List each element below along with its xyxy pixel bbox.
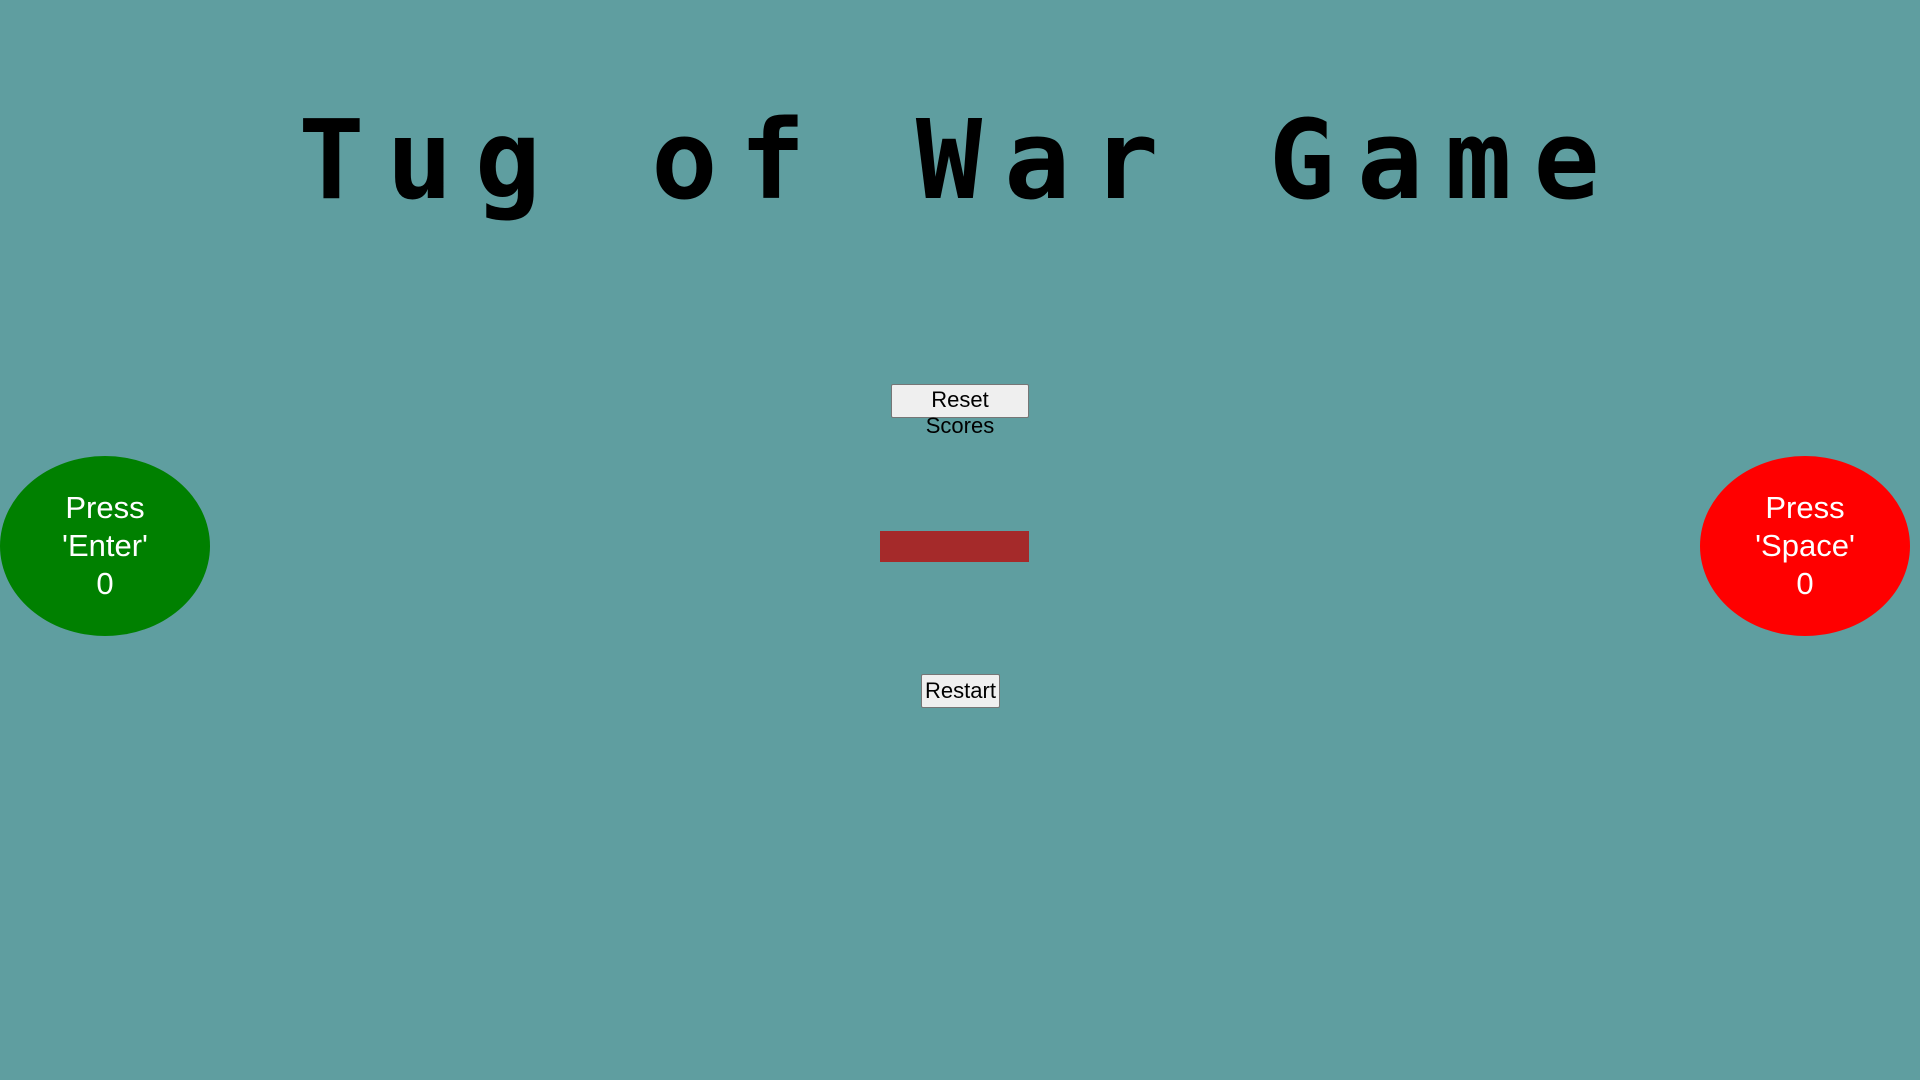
game-stage: Tug of War Game Reset Scores Restart Pre… bbox=[0, 0, 1920, 1080]
game-title: Tug of War Game bbox=[298, 96, 1622, 224]
player-space-key: 'Space' bbox=[1755, 528, 1855, 563]
restart-button[interactable]: Restart bbox=[921, 674, 1000, 708]
player-enter-score: 0 bbox=[96, 566, 114, 601]
player-enter-circle[interactable]: Press 'Enter' 0 bbox=[0, 456, 210, 636]
player-space-prompt: Press bbox=[1765, 490, 1845, 525]
rope bbox=[880, 531, 1029, 562]
player-space-circle[interactable]: Press 'Space' 0 bbox=[1700, 456, 1910, 636]
player-enter-key: 'Enter' bbox=[62, 528, 148, 563]
player-space-score: 0 bbox=[1796, 566, 1814, 601]
reset-scores-button[interactable]: Reset Scores bbox=[891, 384, 1029, 438]
player-enter-prompt: Press bbox=[65, 490, 145, 525]
